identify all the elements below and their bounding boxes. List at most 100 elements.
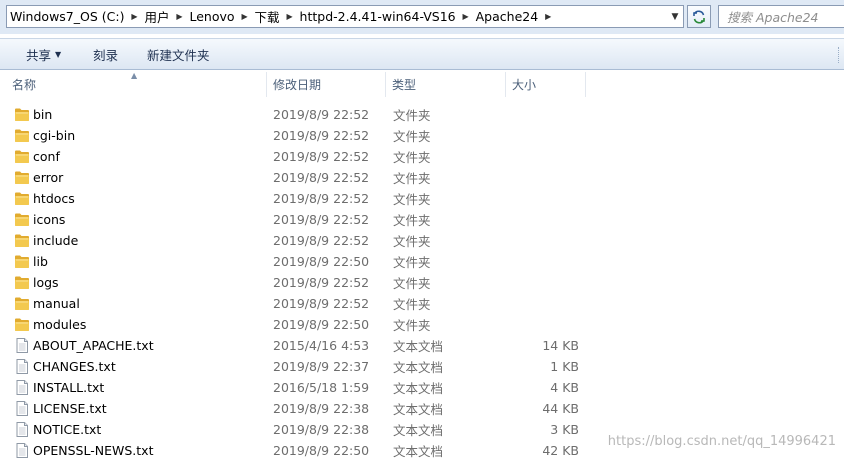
column-header-name[interactable]: 名称	[6, 72, 267, 97]
file-size: 1 KB	[550, 359, 579, 374]
file-row[interactable]: icons 2019/8/9 22:52 文件夹	[0, 209, 844, 230]
folder-icon	[14, 128, 30, 143]
folder-icon	[14, 275, 30, 290]
column-header-size-label: 大小	[512, 78, 537, 92]
file-modified-date: 2019/8/9 22:50	[273, 443, 370, 458]
file-row[interactable]: bin 2019/8/9 22:52 文件夹	[0, 104, 844, 125]
file-modified-date: 2019/8/9 22:52	[273, 191, 370, 206]
text-file-icon	[14, 401, 30, 416]
chevron-down-icon: ▼	[55, 49, 62, 59]
file-size: 42 KB	[542, 443, 579, 458]
file-modified-date: 2019/8/9 22:38	[273, 401, 370, 416]
file-size: 4 KB	[550, 380, 579, 395]
file-type: 文本文档	[393, 360, 444, 375]
breadcrumb-chevron-icon[interactable]: ▶	[283, 6, 297, 27]
column-header-type[interactable]: 类型	[386, 72, 506, 97]
file-modified-date: 2019/8/9 22:52	[273, 107, 370, 122]
folder-icon	[14, 317, 30, 332]
file-row[interactable]: manual 2019/8/9 22:52 文件夹	[0, 293, 844, 314]
column-header-size[interactable]: 大小	[506, 72, 586, 97]
refresh-icon	[693, 9, 705, 24]
text-file-icon	[14, 380, 30, 395]
file-row[interactable]: modules 2019/8/9 22:50 文件夹	[0, 314, 844, 335]
file-name: lib	[33, 254, 48, 269]
file-name: bin	[33, 107, 53, 122]
file-name: include	[33, 233, 79, 248]
breadcrumb-chevron-icon[interactable]: ▶	[238, 6, 252, 27]
breadcrumb-apache24[interactable]: Apache24	[473, 6, 542, 27]
file-name: CHANGES.txt	[33, 359, 116, 374]
text-file-icon	[14, 443, 30, 458]
column-header-date-label: 修改日期	[273, 78, 322, 92]
file-modified-date: 2019/8/9 22:52	[273, 212, 370, 227]
watermark: https://blog.csdn.net/qq_14996421	[607, 434, 836, 449]
file-row[interactable]: CHANGES.txt 2019/8/9 22:37 文本文档 1 KB	[0, 356, 844, 377]
column-header-date[interactable]: 修改日期	[267, 72, 386, 97]
file-type: 文件夹	[393, 171, 431, 186]
share-button[interactable]: 共享 ▼	[26, 39, 61, 69]
file-modified-date: 2019/8/9 22:52	[273, 170, 370, 185]
file-modified-date: 2019/8/9 22:52	[273, 296, 370, 311]
command-bar: 共享 ▼ 刻录 新建文件夹	[0, 38, 844, 70]
breadcrumb-users[interactable]: 用户	[141, 6, 172, 27]
column-header-row: ▲ 名称 修改日期 类型 大小	[0, 71, 844, 97]
file-row[interactable]: htdocs 2019/8/9 22:52 文件夹	[0, 188, 844, 209]
file-row[interactable]: logs 2019/8/9 22:52 文件夹	[0, 272, 844, 293]
burn-label: 刻录	[93, 47, 119, 63]
address-bar[interactable]: Windows7_OS (C:) ▶ 用户 ▶ Lenovo ▶ 下载 ▶ ht…	[6, 5, 684, 28]
file-type: 文本文档	[393, 423, 444, 438]
file-row[interactable]: include 2019/8/9 22:52 文件夹	[0, 230, 844, 251]
file-type: 文件夹	[393, 129, 431, 144]
file-modified-date: 2019/8/9 22:52	[273, 275, 370, 290]
file-modified-date: 2019/8/9 22:50	[273, 254, 370, 269]
column-header-name-label: 名称	[12, 78, 37, 92]
breadcrumb-chevron-icon[interactable]: ▶	[541, 6, 555, 27]
search-input[interactable]: 搜索 Apache24	[718, 5, 844, 28]
file-row[interactable]: error 2019/8/9 22:52 文件夹	[0, 167, 844, 188]
breadcrumb-chevron-icon[interactable]: ▶	[459, 6, 473, 27]
file-name: logs	[33, 275, 59, 290]
file-list: bin 2019/8/9 22:52 文件夹 cgi-bin 2019/8/9 …	[0, 104, 844, 461]
file-modified-date: 2019/8/9 22:52	[273, 149, 370, 164]
burn-button[interactable]: 刻录	[93, 39, 118, 69]
file-name: INSTALL.txt	[33, 380, 105, 395]
folder-icon	[14, 233, 30, 248]
breadcrumb-chevron-icon[interactable]: ▶	[127, 6, 141, 27]
folder-icon	[14, 107, 30, 122]
new-folder-button[interactable]: 新建文件夹	[147, 39, 210, 69]
breadcrumb-chevron-icon[interactable]: ▶	[172, 6, 186, 27]
file-row[interactable]: lib 2019/8/9 22:50 文件夹	[0, 251, 844, 272]
breadcrumb-lenovo[interactable]: Lenovo	[186, 6, 237, 27]
file-modified-date: 2016/5/18 1:59	[273, 380, 370, 395]
file-type: 文件夹	[393, 150, 431, 165]
folder-icon	[14, 149, 30, 164]
file-modified-date: 2015/4/16 4:53	[273, 338, 370, 353]
file-type: 文件夹	[393, 108, 431, 123]
file-type: 文件夹	[393, 192, 431, 207]
file-type: 文件夹	[393, 234, 431, 249]
file-row[interactable]: LICENSE.txt 2019/8/9 22:38 文本文档 44 KB	[0, 398, 844, 419]
refresh-button[interactable]	[687, 5, 711, 28]
file-row[interactable]: conf 2019/8/9 22:52 文件夹	[0, 146, 844, 167]
text-file-icon	[14, 422, 30, 437]
breadcrumb-httpd[interactable]: httpd-2.4.41-win64-VS16	[297, 6, 459, 27]
file-row[interactable]: INSTALL.txt 2016/5/18 1:59 文本文档 4 KB	[0, 377, 844, 398]
text-file-icon	[14, 359, 30, 374]
file-modified-date: 2019/8/9 22:50	[273, 317, 370, 332]
file-name: LICENSE.txt	[33, 401, 107, 416]
file-row[interactable]: cgi-bin 2019/8/9 22:52 文件夹	[0, 125, 844, 146]
file-type: 文件夹	[393, 318, 431, 333]
toolbar-grip	[838, 47, 840, 63]
file-name: manual	[33, 296, 80, 311]
file-type: 文本文档	[393, 339, 444, 354]
breadcrumb-downloads[interactable]: 下载	[252, 6, 283, 27]
file-type: 文件夹	[393, 276, 431, 291]
column-header-type-label: 类型	[392, 78, 417, 92]
file-row[interactable]: ABOUT_APACHE.txt 2015/4/16 4:53 文本文档 14 …	[0, 335, 844, 356]
file-modified-date: 2019/8/9 22:37	[273, 359, 370, 374]
breadcrumb-drive[interactable]: Windows7_OS (C:)	[7, 6, 127, 27]
new-folder-label: 新建文件夹	[147, 47, 210, 63]
file-type: 文件夹	[393, 297, 431, 312]
text-file-icon	[14, 338, 30, 353]
address-history-dropdown-icon[interactable]: ▼	[667, 6, 683, 27]
